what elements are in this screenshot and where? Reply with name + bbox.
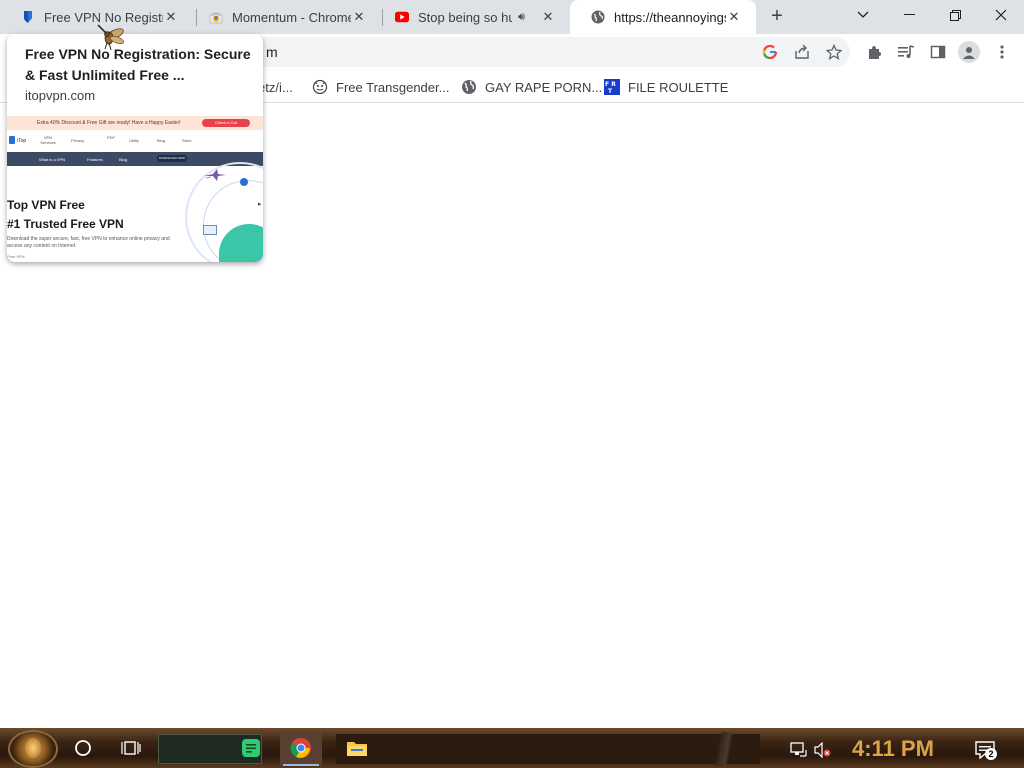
tab-strip: Free VPN No Registration ✕ Momentum - Ch…	[0, 0, 1024, 34]
profile-avatar-icon[interactable]	[958, 41, 980, 63]
tab-title: Stop being so hungry	[418, 9, 512, 25]
tab-annoying-site[interactable]: https://theannoyingsite.com ✕	[570, 0, 756, 34]
bookmark-item[interactable]: Free Transgender...	[312, 77, 449, 97]
itopvpn-shield-icon	[21, 10, 35, 24]
bookmark-item[interactable]: GAY RAPE PORN...	[461, 77, 602, 97]
monitor-icon	[203, 225, 217, 235]
cortana-search-icon[interactable]	[72, 737, 94, 759]
preview-banner-button: Check it Out	[202, 119, 250, 127]
google-lens-icon[interactable]	[760, 42, 780, 62]
file-roulette-icon: F RT	[604, 79, 620, 95]
bookmark-label: FILE ROULETTE	[628, 79, 729, 95]
plane-graphic-icon	[204, 169, 226, 181]
bookmark-label: Free Transgender...	[336, 79, 450, 95]
volume-muted-icon[interactable]	[812, 739, 834, 761]
preview-hero-title: Top VPN Free #1 Trusted Free VPN	[7, 196, 124, 234]
taskbar-ornament	[694, 732, 754, 766]
hover-card-domain: itopvpn.com	[25, 88, 96, 103]
chevron-right-icon: ▸	[258, 201, 262, 208]
preview-logo-text: iTop	[17, 138, 27, 144]
speaker-icon[interactable]: 🔊︎	[518, 11, 532, 24]
bookmark-label: etz/i...	[258, 79, 293, 95]
preview-nav: iTop VPN Services Privacy PDF Utility Bl…	[7, 130, 263, 152]
network-icon[interactable]	[788, 739, 810, 761]
bookmark-item[interactable]: F RT FILE ROULETTE	[604, 77, 728, 97]
close-tab-icon[interactable]: ✕	[726, 9, 742, 25]
tab-youtube[interactable]: Stop being so hungry 🔊︎ ✕	[374, 0, 570, 34]
preview-bar-button: DOWNLOAD NOW	[157, 155, 187, 162]
address-bar-text: m	[266, 44, 278, 60]
close-window-button[interactable]	[978, 0, 1024, 30]
web-icon	[312, 79, 328, 95]
close-tab-icon[interactable]: ✕	[351, 9, 367, 25]
share-icon[interactable]	[792, 42, 812, 62]
tab-search-icon[interactable]	[840, 0, 886, 30]
tab-title: Momentum - Chrome Web Store	[232, 9, 351, 25]
preview-hero-foot: Free VPN	[7, 254, 25, 259]
taskbar-inner: 4:11 PM 2	[0, 730, 1024, 766]
globe-icon	[591, 10, 605, 24]
tab-title: https://theannoyingsite.com	[614, 9, 726, 25]
browser-window: Free VPN No Registration ✕ Momentum - Ch…	[0, 0, 1024, 768]
side-panel-icon[interactable]	[928, 42, 948, 62]
chrome-webstore-icon	[209, 10, 223, 24]
tab-hover-card: Free VPN No Registration: Secure & Fast …	[7, 34, 263, 262]
bookmark-star-icon[interactable]	[824, 42, 844, 62]
youtube-icon	[395, 10, 409, 24]
preview-graphic-dot	[240, 178, 248, 186]
preview-hero-line: #1 Trusted Free VPN	[7, 217, 124, 231]
preview-nav-item: Store	[182, 138, 192, 143]
notes-app-icon[interactable]	[240, 737, 262, 759]
chrome-icon[interactable]	[290, 737, 312, 759]
bookmark-label: GAY RAPE PORN...	[485, 79, 603, 95]
close-tab-icon[interactable]: ✕	[163, 9, 179, 25]
hover-card-title: Free VPN No Registration: Secure & Fast …	[25, 46, 251, 83]
bookmark-item[interactable]: etz/i...	[258, 77, 293, 97]
preview-nav-item: VPN Services	[40, 135, 56, 145]
extensions-icon[interactable]	[864, 42, 884, 62]
restore-button[interactable]	[932, 0, 978, 30]
menu-kebab-icon[interactable]	[992, 42, 1012, 62]
preview-nav-item: PDF	[107, 135, 115, 140]
media-control-icon[interactable]	[896, 42, 916, 62]
preview-nav-item: Utility	[129, 138, 139, 143]
new-tab-button[interactable]: +	[766, 6, 788, 28]
tab-momentum[interactable]: Momentum - Chrome Web Store ✕	[188, 0, 381, 34]
notification-count-badge: 2	[985, 748, 997, 760]
preview-nav-item: Privacy	[71, 138, 85, 143]
preview-bar-item: What is a VPN	[39, 157, 66, 162]
svg-text:F R: F R	[605, 81, 616, 88]
tab-title: Free VPN No Registration	[44, 9, 163, 25]
preview-hero-line: Top VPN Free	[7, 198, 85, 212]
preview-nav-item: Blog	[157, 138, 166, 143]
animated-cursor-icon	[97, 24, 124, 51]
start-orb-icon	[25, 738, 41, 758]
preview-banner-text: Extra 40% Discount & Free Gift are ready…	[37, 120, 181, 126]
hover-card-preview: Extra 40% Discount & Free Gift are ready…	[7, 116, 263, 262]
task-view-icon[interactable]	[120, 737, 142, 759]
preview-hero-subtitle: Download the super secure, fast, free VP…	[7, 236, 170, 249]
preview-bar-item: Blog	[119, 157, 128, 162]
minimize-button[interactable]	[886, 0, 932, 30]
active-app-indicator	[283, 764, 319, 766]
file-explorer-icon[interactable]	[346, 737, 368, 759]
close-tab-icon[interactable]: ✕	[540, 9, 556, 25]
itop-logo-icon	[9, 136, 15, 144]
preview-bar-item: Features	[87, 157, 103, 162]
taskbar-clock[interactable]: 4:11 PM	[852, 736, 934, 762]
taskbar: 4:11 PM 2	[0, 728, 1024, 768]
globe-icon	[461, 79, 477, 95]
